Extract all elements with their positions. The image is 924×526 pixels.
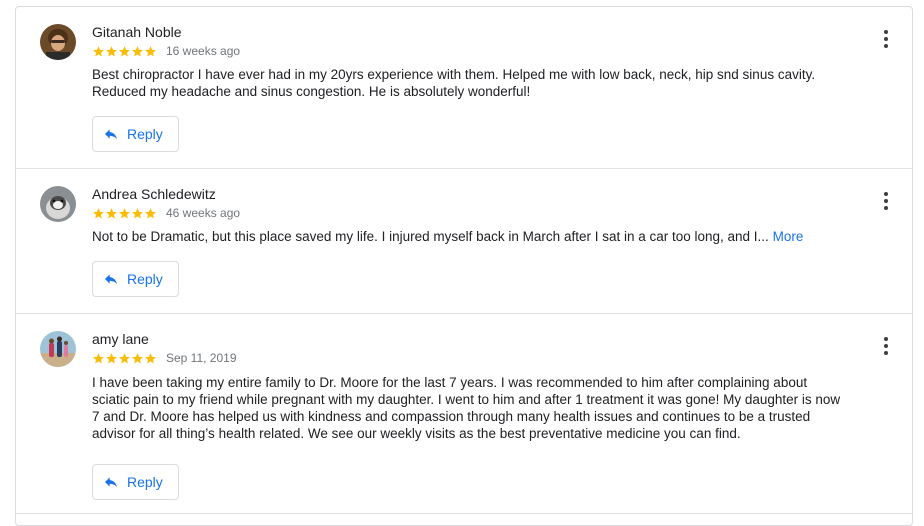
reply-label: Reply xyxy=(127,474,163,490)
reviewer-name[interactable]: Andrea Schledewitz xyxy=(92,186,216,202)
star-icon xyxy=(105,45,118,58)
star-icon xyxy=(131,207,144,220)
reviewer-name[interactable]: Gitanah Noble xyxy=(92,24,182,40)
review-item: amy lane Sep 11, 2019 I have been taking… xyxy=(16,314,912,514)
reviews-panel: Gitanah Noble 16 weeks ago Best chiropra… xyxy=(15,6,913,526)
avatar[interactable] xyxy=(40,331,76,367)
reply-label: Reply xyxy=(127,126,163,142)
more-link[interactable]: More xyxy=(773,229,804,244)
avatar[interactable] xyxy=(40,186,76,222)
star-icon xyxy=(131,352,144,365)
star-rating xyxy=(92,352,157,365)
star-icon xyxy=(92,207,105,220)
review-date: Sep 11, 2019 xyxy=(166,351,237,365)
review-date: 16 weeks ago xyxy=(166,44,241,58)
star-icon xyxy=(144,45,157,58)
reply-label: Reply xyxy=(127,271,163,287)
star-icon xyxy=(118,352,131,365)
review-text: Best chiropractor I have ever had in my … xyxy=(92,67,816,99)
more-options-icon[interactable] xyxy=(878,29,894,49)
more-options-icon[interactable] xyxy=(878,336,894,356)
star-icon xyxy=(131,45,144,58)
star-icon xyxy=(92,45,105,58)
star-rating xyxy=(92,45,157,58)
review-text: Not to be Dramatic, but this place saved… xyxy=(92,228,852,245)
star-icon xyxy=(118,207,131,220)
review-item: Gitanah Noble 16 weeks ago Best chiropra… xyxy=(16,7,912,169)
star-icon xyxy=(105,207,118,220)
more-options-icon[interactable] xyxy=(878,191,894,211)
reply-button[interactable]: Reply xyxy=(92,261,179,297)
star-icon xyxy=(144,352,157,365)
review-item: Andrea Schledewitz 46 weeks ago Not to b… xyxy=(16,169,912,314)
review-date: 46 weeks ago xyxy=(166,206,241,220)
star-icon xyxy=(92,352,105,365)
reply-button[interactable]: Reply xyxy=(92,464,179,500)
reply-icon xyxy=(103,271,119,287)
star-icon xyxy=(105,352,118,365)
reply-icon xyxy=(103,126,119,142)
star-icon xyxy=(144,207,157,220)
reply-button[interactable]: Reply xyxy=(92,116,179,152)
reply-icon xyxy=(103,474,119,490)
review-text-snippet: Not to be Dramatic, but this place saved… xyxy=(92,229,769,244)
star-icon xyxy=(118,45,131,58)
review-meta: 16 weeks ago xyxy=(92,43,240,59)
reviewer-name[interactable]: amy lane xyxy=(92,331,149,347)
review-text: I have been taking my entire family to D… xyxy=(92,375,841,441)
avatar[interactable] xyxy=(40,24,76,60)
star-rating xyxy=(92,207,157,220)
review-meta: 46 weeks ago xyxy=(92,205,240,221)
review-meta: Sep 11, 2019 xyxy=(92,350,237,366)
